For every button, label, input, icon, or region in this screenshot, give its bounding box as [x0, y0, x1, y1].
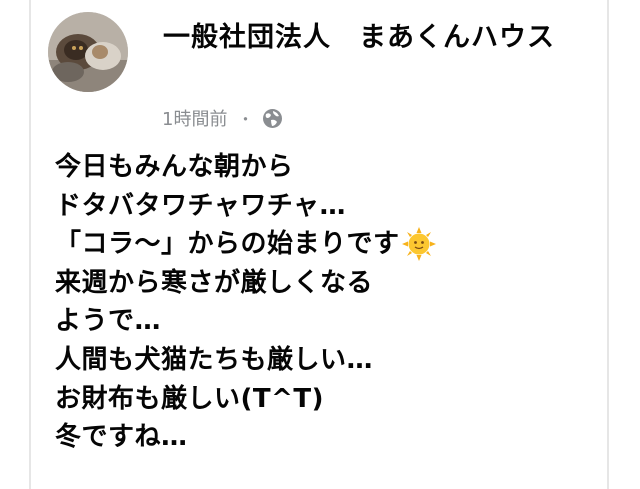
post-line: 冬ですね…	[55, 422, 188, 453]
post-line-with-emoji: 「コラ〜」からの始まりです	[55, 225, 595, 264]
post-line: 来週から寒さが厳しくなる	[55, 267, 374, 298]
post-line: 今日もみんな朝から	[55, 152, 294, 182]
meta-separator: ・	[237, 110, 254, 129]
page-avatar[interactable]	[48, 12, 128, 92]
page-name-link[interactable]: 一般社団法人 まあくんハウス	[163, 18, 583, 58]
sun-with-face-icon	[401, 227, 436, 262]
globe-icon[interactable]	[262, 108, 283, 129]
avatar-photo	[48, 12, 128, 92]
post-line: ドタバタワチャワチャ…	[55, 190, 346, 221]
post-timestamp[interactable]: 1時間前	[162, 105, 227, 131]
post-line: お財布も厳しい(T^T)	[55, 383, 325, 414]
post-body: 今日もみんな朝から ドタバタワチャワチャ… 「コラ〜」からの始まりです 来週から…	[55, 148, 595, 457]
post-line-text: 「コラ〜」からの始まりです	[55, 229, 400, 260]
post-card: 一般社団法人 まあくんハウス 1時間前 ・ 今日もみんな朝から ドタバタワチャワ…	[29, 0, 609, 489]
post-line: 人間も犬猫たちも厳しい…	[55, 344, 374, 375]
post-line: ようで…	[55, 306, 162, 337]
post-meta: 1時間前 ・	[162, 104, 283, 132]
